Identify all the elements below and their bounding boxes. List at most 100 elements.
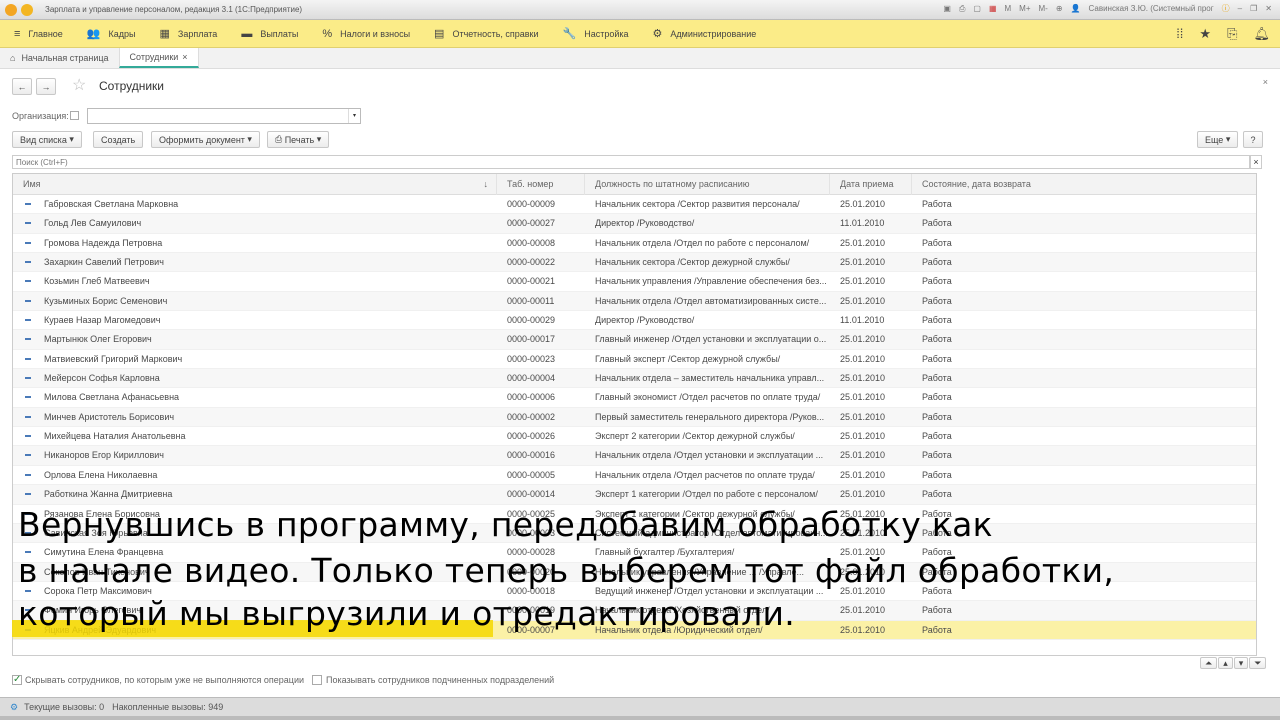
employee-number: 0000-00014 (507, 489, 556, 500)
section-menu: ≡ Главное 👥 Кадры ▦ Зарплата ▬ Выплаты % Налоги и… (0, 20, 1280, 48)
menu-item-4[interactable]: % Налоги и взносы (322, 28, 410, 40)
table-row[interactable]: Громова Надежда Петровна 0000-00008 Началь… (13, 234, 1256, 254)
employee-number: 0000-00011 (507, 295, 555, 306)
save-icon[interactable]: ▣ (943, 4, 951, 13)
notifications-icon[interactable]: 🔔︎ (1253, 26, 1270, 42)
employee-number: 0000-00004 (507, 373, 556, 384)
menu-icon: ⚙ (652, 28, 663, 40)
employee-name: Никаноров Егор Кириллович (44, 450, 164, 461)
menu-item-6[interactable]: 🔧 Настройка (563, 27, 629, 40)
employee-icon (25, 203, 31, 205)
tab-home[interactable]: ⌂ Начальная страница (0, 48, 119, 68)
open-tabs: ⌂ Начальная страница Сотрудники × (0, 48, 1280, 69)
help-button[interactable]: ? (1243, 131, 1263, 148)
tab-employees[interactable]: Сотрудники × (118, 48, 199, 68)
info-icon[interactable]: ⓘ (1222, 3, 1230, 14)
table-row[interactable]: Кураев Назар Магомедович 0000-00029 Директ… (13, 311, 1256, 331)
preview-icon[interactable]: ▢ (973, 4, 981, 13)
menu-item-1[interactable]: 👥 Кадры (87, 27, 136, 40)
table-row[interactable]: Мейерсон Софья Карловна 0000-00004 Начальн… (13, 369, 1256, 389)
table-row[interactable]: Никаноров Егор Кириллович 0000-00016 Начал… (13, 446, 1256, 466)
search-input[interactable] (12, 155, 1250, 169)
table-row[interactable]: Орлова Елена Николаевна 0000-00005 Начальн… (13, 466, 1256, 486)
column-header-hire-date[interactable]: Дата приема (830, 174, 912, 195)
list-view-button[interactable]: Вид списка ▾ (12, 131, 82, 148)
employee-number: 0000-00023 (507, 353, 556, 364)
table-row[interactable]: Михейцева Наталия Анатольевна 0000-00026 Э… (13, 427, 1256, 447)
employee-name: Мейерсон Софья Карловна (44, 373, 160, 384)
column-header-status[interactable]: Состояние, дата возврата (912, 174, 1256, 195)
employee-icon (25, 493, 31, 496)
scroll-down-button[interactable]: ▾ (1233, 657, 1249, 669)
menu-item-2[interactable]: ▦ Зарплата (160, 27, 218, 40)
employee-status: Работа (922, 276, 952, 287)
table-row[interactable]: Работкина Жанна Дмитриевна 0000-00014 Эксп… (13, 485, 1256, 505)
app-menu-button[interactable] (21, 3, 33, 16)
menu-label: Отчетность, справки (452, 28, 539, 39)
hide-inactive-checkbox[interactable]: ✓ (12, 675, 22, 685)
scroll-top-button[interactable]: ⏶ (1200, 657, 1218, 669)
menu-item-7[interactable]: ⚙ Администрирование (653, 27, 757, 40)
dropdown-icon[interactable]: ▾ (348, 109, 360, 123)
employee-hire-date: 25.01.2010 (840, 605, 886, 616)
employee-position: Начальник отдела /Отдел по работе с перс… (595, 237, 810, 248)
favorite-star-icon[interactable]: ☆ (72, 75, 86, 95)
zoom-icon[interactable]: ⊕ (1056, 4, 1063, 13)
menu-item-0[interactable]: ≡ Главное (14, 28, 63, 40)
employee-icon (25, 357, 31, 360)
employee-hire-date: 11.01.2010 (840, 218, 885, 229)
employee-status: Работа (922, 373, 952, 384)
employee-status: Работа (922, 605, 952, 616)
org-checkbox[interactable] (70, 111, 79, 120)
employee-position: Главный экономист /Отдел расчетов по опл… (595, 392, 821, 403)
table-row[interactable]: Захаркин Савелий Петрович 0000-00022 Начал… (13, 253, 1256, 273)
print-icon[interactable]: ⎙ (959, 4, 965, 14)
m-minus-button[interactable]: M- (1039, 4, 1048, 13)
table-row[interactable]: Кузьминых Борис Семенович 0000-00011 Начал… (13, 291, 1256, 312)
more-button[interactable]: Еще ▾ (1197, 131, 1239, 148)
table-row[interactable]: Милова Светлана Афанасьевна 0000-00006 Гла… (13, 388, 1256, 408)
create-document-button[interactable]: Оформить документ ▾ (151, 131, 260, 148)
create-button[interactable]: Создать (93, 131, 144, 148)
history-icon[interactable]: ⎘ (1227, 26, 1237, 42)
close-tab-icon[interactable]: × (182, 52, 187, 62)
close-window-button[interactable]: ✕ (1265, 4, 1272, 13)
column-header-name[interactable]: Имя ↓ (13, 174, 497, 195)
window-titlebar: Зарплата и управление персоналом, редакц… (0, 0, 1280, 20)
table-row[interactable]: Минчев Аристотель Борисович 0000-00002 Пер… (13, 407, 1256, 428)
close-form-icon[interactable]: × (1263, 77, 1268, 87)
minimize-button[interactable]: – (1238, 4, 1242, 13)
menu-item-3[interactable]: ▬ Выплаты (241, 28, 298, 40)
table-row[interactable]: Гольд Лев Самуилович 0000-00027 Директор /… (13, 214, 1256, 234)
column-header-position[interactable]: Должность по штатному расписанию (585, 174, 830, 195)
restore-button[interactable]: ❐ (1250, 4, 1257, 13)
employee-number: 0000-00002 (507, 411, 556, 422)
scroll-up-button[interactable]: ▴ (1218, 657, 1233, 669)
grid-menu-icon[interactable]: ⁞⁞ (1176, 26, 1183, 42)
calendar-icon[interactable]: ▦ (989, 4, 997, 13)
menu-icon: % (322, 27, 333, 40)
forward-button[interactable]: → (36, 78, 56, 95)
scroll-bottom-button[interactable]: ⏷ (1249, 657, 1267, 669)
print-button[interactable]: ⎙ Печать ▾ (267, 131, 330, 148)
employee-icon (25, 222, 31, 225)
menu-item-5[interactable]: ▤ Отчетность, справки (434, 27, 538, 40)
employee-icon (25, 415, 31, 418)
column-header-number[interactable]: Таб. номер (497, 174, 585, 195)
org-field[interactable]: ▾ (87, 108, 361, 124)
m-button[interactable]: M (1005, 4, 1012, 13)
back-button[interactable]: ← (12, 78, 32, 95)
m-plus-button[interactable]: M+ (1019, 4, 1030, 13)
clear-search-icon[interactable]: × (1250, 155, 1262, 169)
employee-position: Начальник отдела /Отдел расчетов по опла… (595, 469, 815, 480)
table-row[interactable]: Козьмин Глеб Матвеевич 0000-00021 Начальни… (13, 272, 1256, 292)
show-subordinate-checkbox[interactable] (312, 675, 323, 685)
employee-status: Работа (922, 315, 952, 326)
create-label: Создать (101, 134, 136, 145)
favorites-icon[interactable]: ★ (1199, 26, 1211, 42)
org-label: Организация: (12, 111, 69, 121)
table-row[interactable]: Матвиевский Григорий Маркович 0000-00023 Г… (13, 350, 1256, 370)
current-user[interactable]: Савинская З.Ю. (Системный прог (1089, 4, 1214, 13)
table-row[interactable]: Габровская Светлана Марковна 0000-00009 На… (13, 195, 1256, 215)
table-row[interactable]: Мартынюк Олег Егорович 0000-00017 Главный … (13, 330, 1256, 350)
